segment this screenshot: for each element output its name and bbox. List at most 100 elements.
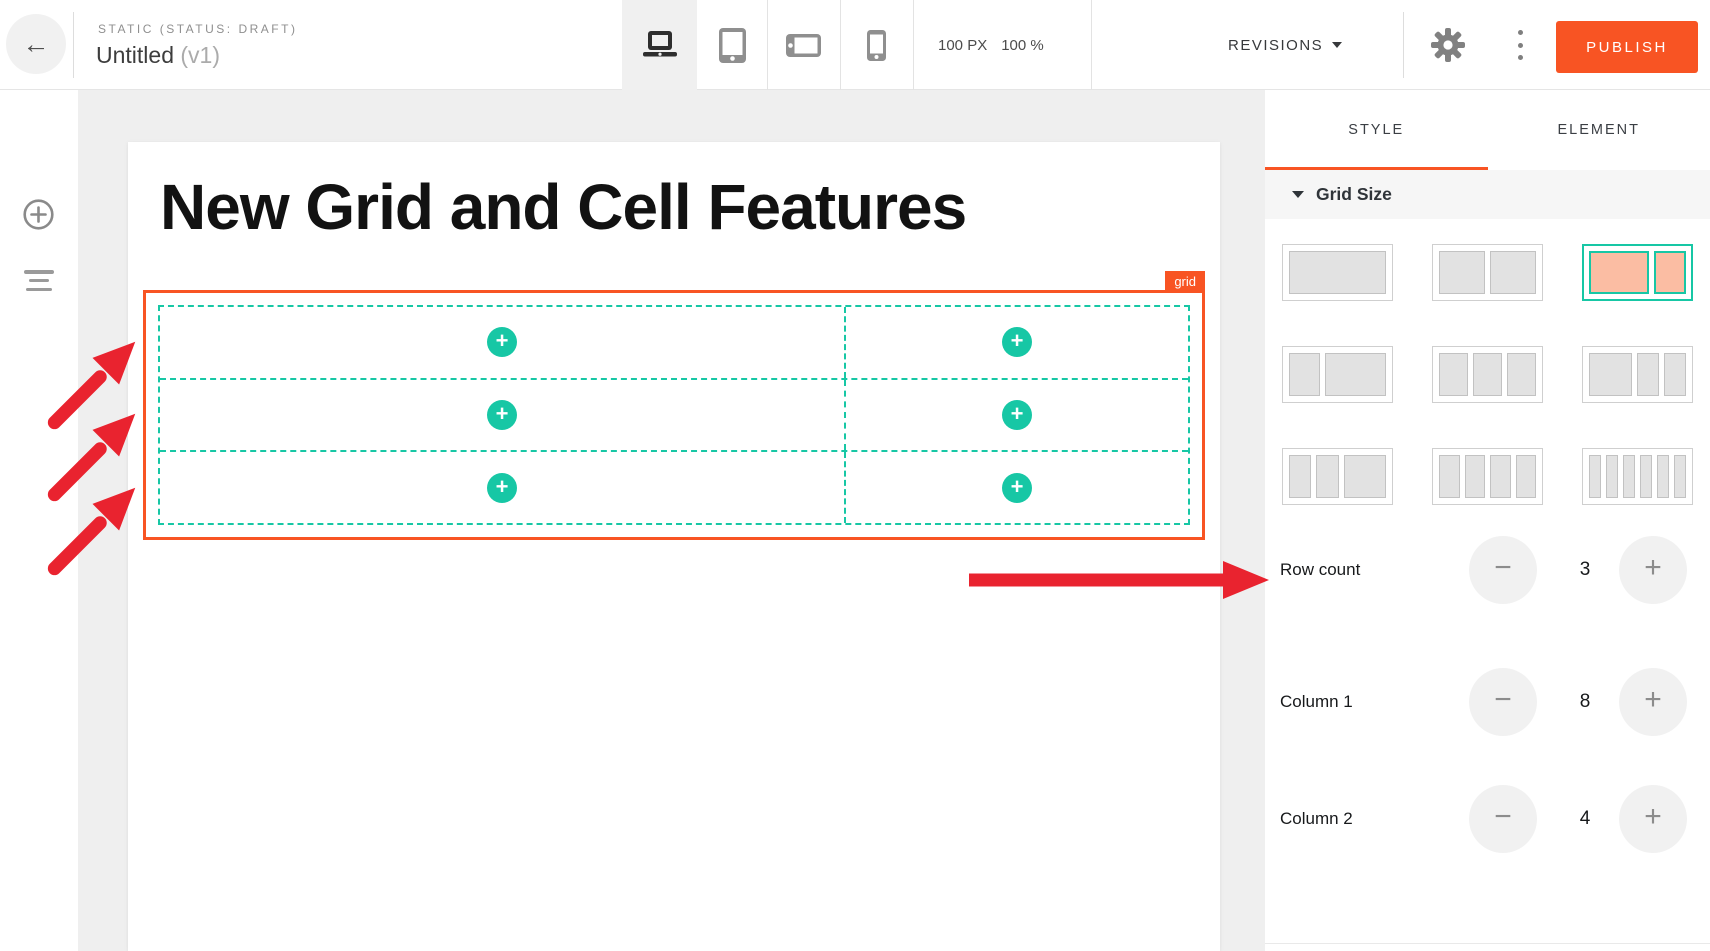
device-mobile-button[interactable] bbox=[840, 0, 913, 90]
divider bbox=[913, 0, 914, 90]
zoom-px-value: 100 PX bbox=[938, 37, 987, 54]
preset-column-block bbox=[1589, 455, 1601, 498]
section-title: Grid Size bbox=[1316, 184, 1392, 205]
publish-button[interactable]: PUBLISH bbox=[1556, 21, 1698, 73]
device-desktop-button[interactable] bbox=[622, 0, 697, 90]
preset-column-block bbox=[1490, 251, 1536, 294]
zoom-percent-value: 100 % bbox=[1001, 37, 1044, 54]
stepper-row-count: Row count −3+ bbox=[1265, 536, 1710, 604]
stepper-value: 8 bbox=[1565, 668, 1605, 736]
preset-column-block bbox=[1637, 353, 1659, 396]
preset-column-block bbox=[1473, 353, 1502, 396]
grid-element[interactable]: grid ++++++ bbox=[143, 290, 1205, 540]
stepper-label: Column 1 bbox=[1280, 668, 1353, 736]
grid-row: ++ bbox=[160, 450, 1188, 523]
add-element-button[interactable] bbox=[23, 199, 54, 230]
collapse-triangle-icon bbox=[1292, 191, 1304, 198]
preset-column-block bbox=[1490, 455, 1511, 498]
preset-column-block bbox=[1289, 251, 1386, 294]
minus-icon[interactable]: − bbox=[1469, 668, 1537, 736]
back-button[interactable]: ← bbox=[6, 14, 66, 74]
preset-column-block bbox=[1289, 455, 1311, 498]
caret-down-icon bbox=[1332, 42, 1342, 48]
grid-preset-6-6[interactable] bbox=[1432, 244, 1543, 301]
minus-icon[interactable]: − bbox=[1469, 536, 1537, 604]
tab-element[interactable]: ELEMENT bbox=[1488, 90, 1710, 170]
back-arrow-icon: ← bbox=[23, 29, 50, 60]
grid-inner: ++++++ bbox=[158, 305, 1190, 525]
document-page[interactable]: New Grid and Cell Features grid ++++++ bbox=[128, 142, 1220, 951]
gear-icon bbox=[1431, 28, 1465, 62]
plus-icon[interactable]: + bbox=[1619, 668, 1687, 736]
device-tablet-landscape-button[interactable] bbox=[767, 0, 840, 90]
tablet-landscape-icon bbox=[786, 34, 821, 57]
stepper-column-2: Column 2−4+ bbox=[1265, 785, 1710, 853]
device-tablet-button[interactable] bbox=[697, 0, 767, 90]
preset-column-block bbox=[1654, 251, 1686, 294]
grid-size-presets bbox=[1282, 244, 1693, 505]
grid-element-tag: grid bbox=[1165, 271, 1205, 293]
preset-column-block bbox=[1439, 251, 1485, 294]
grid-cell[interactable]: + bbox=[844, 452, 1188, 523]
grid-preset-6-3-3[interactable] bbox=[1582, 346, 1693, 403]
stepper-value: 4 bbox=[1565, 785, 1605, 853]
grid-cell[interactable]: + bbox=[160, 307, 844, 378]
grid-cell[interactable]: + bbox=[160, 452, 844, 523]
add-content-button[interactable]: + bbox=[487, 400, 517, 430]
plus-icon[interactable]: + bbox=[1619, 536, 1687, 604]
revisions-dropdown[interactable]: REVISIONS bbox=[1228, 0, 1342, 90]
grid-preset-3-3-3-3[interactable] bbox=[1432, 448, 1543, 505]
divider bbox=[1265, 943, 1710, 944]
style-sidebar: STYLE ELEMENT Grid Size Row count−3+Colu… bbox=[1265, 90, 1710, 951]
divider bbox=[1091, 0, 1092, 90]
list-lines-icon bbox=[24, 270, 54, 274]
preset-column-block bbox=[1289, 353, 1320, 396]
grid-preset-8-4[interactable] bbox=[1582, 244, 1693, 301]
plus-icon[interactable]: + bbox=[1619, 785, 1687, 853]
revisions-label: REVISIONS bbox=[1228, 37, 1323, 54]
preset-column-block bbox=[1640, 455, 1652, 498]
stepper-value: 3 bbox=[1565, 536, 1605, 604]
more-options-button[interactable] bbox=[1514, 30, 1526, 60]
editor-canvas: New Grid and Cell Features grid ++++++ bbox=[78, 90, 1265, 951]
add-content-button[interactable]: + bbox=[1002, 327, 1032, 357]
preset-column-block bbox=[1664, 353, 1686, 396]
document-heading[interactable]: New Grid and Cell Features bbox=[160, 170, 966, 244]
minus-icon[interactable]: − bbox=[1469, 785, 1537, 853]
left-toolbar bbox=[0, 90, 78, 951]
elements-list-button[interactable] bbox=[24, 270, 54, 291]
tablet-icon bbox=[719, 28, 746, 63]
stepper-column-1: Column 1 −8+ bbox=[1265, 668, 1710, 736]
grid-cell[interactable]: + bbox=[844, 307, 1188, 378]
grid-preset-2x6[interactable] bbox=[1582, 448, 1693, 505]
grid-preset-12[interactable] bbox=[1282, 244, 1393, 301]
preset-column-block bbox=[1589, 251, 1649, 294]
status-label: STATIC (STATUS: DRAFT) bbox=[98, 22, 297, 36]
divider bbox=[73, 12, 74, 78]
preset-column-block bbox=[1507, 353, 1536, 396]
stepper-label: Row count bbox=[1280, 536, 1360, 604]
divider bbox=[1403, 12, 1404, 78]
grid-row: ++ bbox=[160, 307, 1188, 378]
preset-column-block bbox=[1465, 455, 1486, 498]
preset-column-block bbox=[1439, 455, 1460, 498]
add-content-button[interactable]: + bbox=[487, 473, 517, 503]
page-title: Untitled (v1) bbox=[96, 42, 220, 69]
top-bar: ← STATIC (STATUS: DRAFT) Untitled (v1) bbox=[0, 0, 1710, 90]
grid-preset-4-8[interactable] bbox=[1282, 346, 1393, 403]
grid-cell[interactable]: + bbox=[160, 380, 844, 451]
add-content-button[interactable]: + bbox=[1002, 400, 1032, 430]
grid-cell[interactable]: + bbox=[844, 380, 1188, 451]
add-circle-icon bbox=[23, 199, 54, 230]
grid-size-section-header[interactable]: Grid Size bbox=[1265, 170, 1710, 219]
grid-preset-4-4-4[interactable] bbox=[1432, 346, 1543, 403]
preset-column-block bbox=[1674, 455, 1686, 498]
preset-column-block bbox=[1589, 353, 1632, 396]
tab-style[interactable]: STYLE bbox=[1265, 90, 1488, 170]
add-content-button[interactable]: + bbox=[487, 327, 517, 357]
grid-preset-3-3-6[interactable] bbox=[1282, 448, 1393, 505]
preset-column-block bbox=[1316, 455, 1338, 498]
preset-column-block bbox=[1606, 455, 1618, 498]
add-content-button[interactable]: + bbox=[1002, 473, 1032, 503]
settings-button[interactable] bbox=[1431, 28, 1465, 62]
